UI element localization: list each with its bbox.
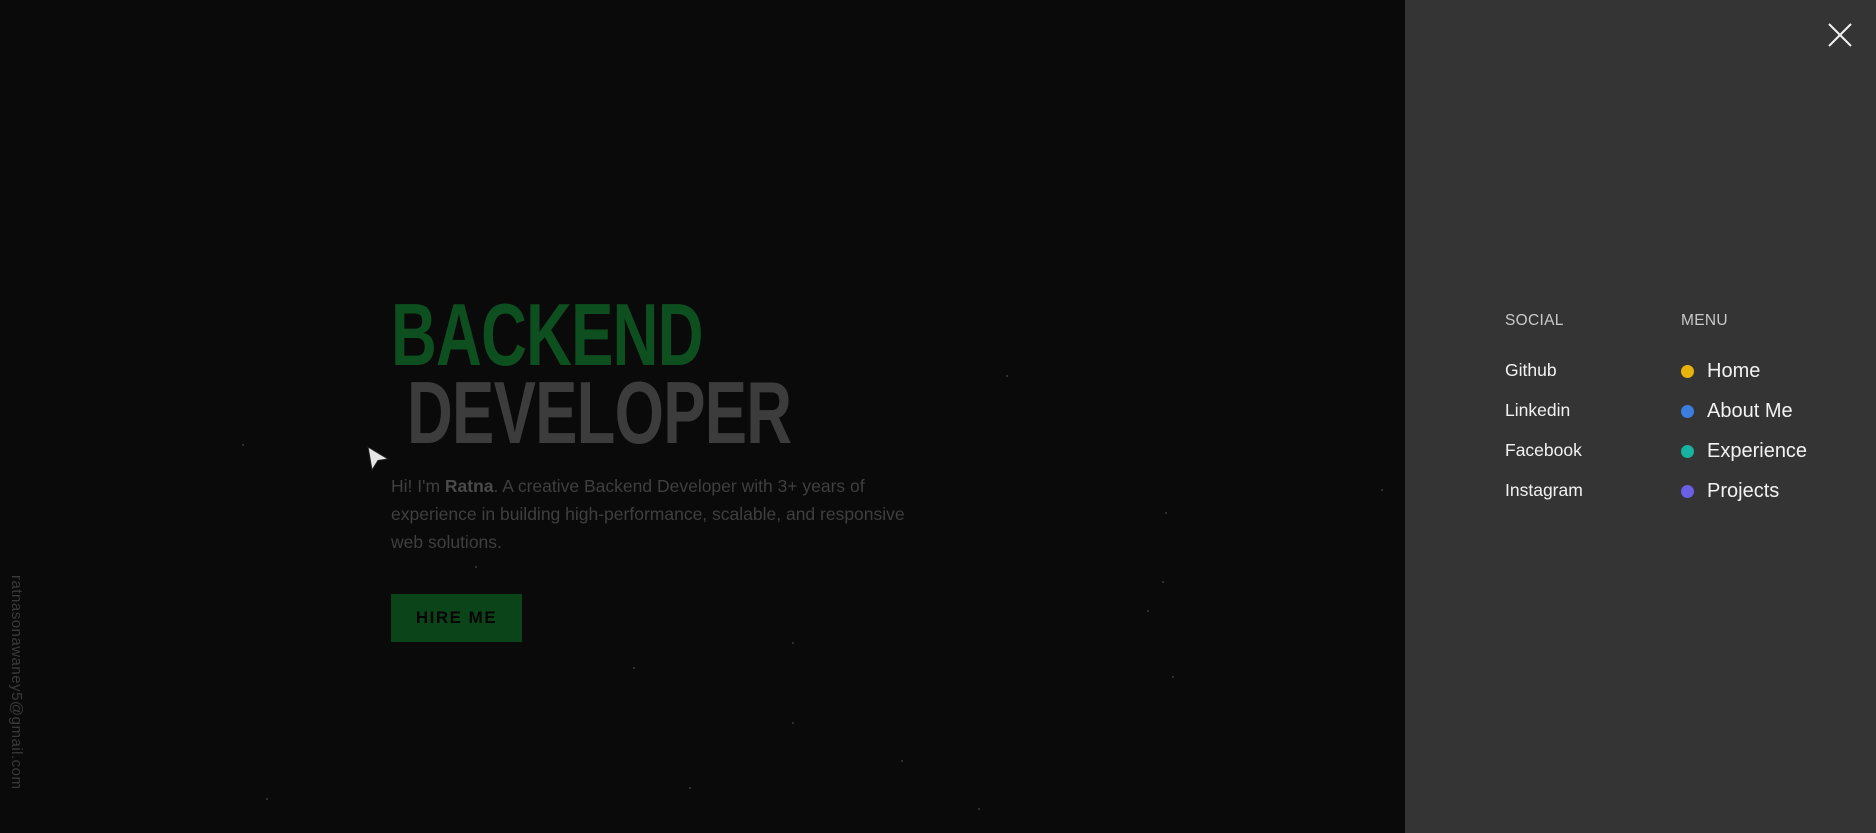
background-star (633, 667, 635, 669)
social-link-github[interactable]: Github (1505, 358, 1583, 398)
intro-name: Ratna (444, 476, 494, 496)
background-star (242, 444, 244, 446)
social-heading: SOCIAL (1505, 312, 1564, 329)
menu-item-label: About Me (1707, 400, 1793, 422)
hero-intro-text: Hi! I'm Ratna. A creative Backend Develo… (391, 472, 931, 556)
background-star (266, 798, 268, 800)
menu-dot-about-me (1681, 404, 1694, 418)
background-star (1162, 581, 1164, 583)
social-link-facebook[interactable]: Facebook (1505, 438, 1583, 478)
hero-title-line-2: DEVELOPER (407, 363, 792, 462)
background-star (1165, 512, 1167, 514)
menu-dot-home (1681, 364, 1694, 378)
social-link-instagram[interactable]: Instagram (1505, 478, 1583, 518)
social-links-column: SOCIAL Github Linkedin Facebook Instagra… (1505, 312, 1583, 518)
background-star (1381, 489, 1383, 491)
menu-dot-projects (1681, 484, 1694, 498)
menu-dot-experience (1681, 444, 1694, 458)
intro-greeting: Hi! I'm (391, 476, 445, 496)
background-star (901, 760, 903, 762)
menu-item-experience[interactable]: Experience (1681, 438, 1807, 478)
background-star (978, 808, 980, 810)
menu-item-home[interactable]: Home (1681, 358, 1807, 398)
background-star (1147, 610, 1149, 612)
hire-me-button[interactable]: HIRE ME (391, 594, 522, 642)
close-icon[interactable] (1826, 21, 1854, 49)
background-star (1172, 676, 1174, 678)
menu-item-label: Experience (1707, 440, 1808, 462)
menu-column: MENU Home About Me Experience Projects (1681, 312, 1807, 518)
menu-item-about-me[interactable]: About Me (1681, 398, 1807, 438)
social-link-linkedin[interactable]: Linkedin (1505, 398, 1583, 438)
hero-section: BACKEND DEVELOPER Hi! I'm Ratna. A creat… (391, 291, 951, 642)
menu-item-label: Home (1707, 360, 1761, 382)
menu-item-label: Projects (1707, 480, 1780, 502)
page: BACKEND DEVELOPER Hi! I'm Ratna. A creat… (0, 0, 1876, 833)
menu-item-projects[interactable]: Projects (1681, 478, 1807, 518)
background-star (792, 722, 794, 724)
background-star (689, 787, 691, 789)
background-star (792, 642, 794, 644)
menu-heading: MENU (1681, 312, 1728, 329)
side-email-link[interactable]: ratnasonawaney5@gmail.com (8, 575, 25, 790)
background-star (1006, 375, 1008, 377)
pointer-cursor-icon (367, 446, 390, 472)
